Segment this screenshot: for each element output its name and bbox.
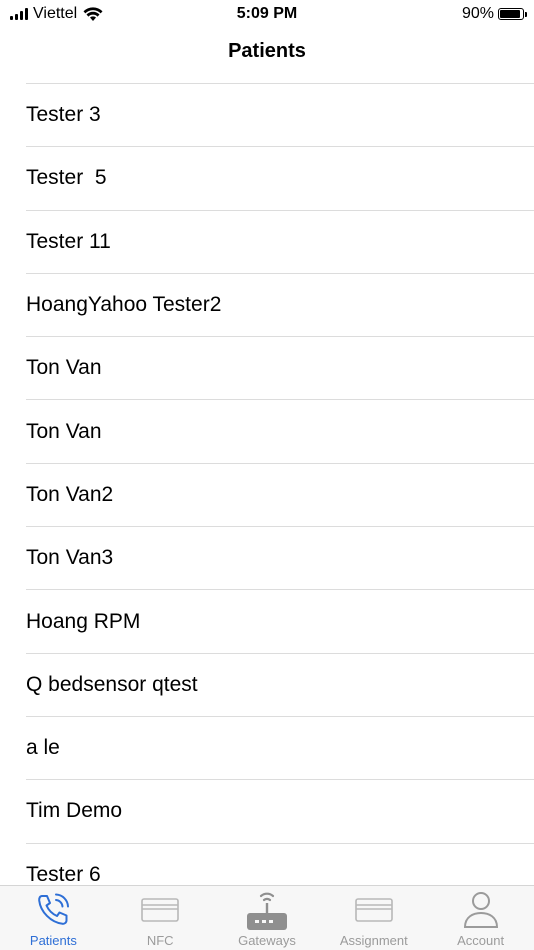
battery-percentage: 90% <box>461 5 494 22</box>
patient-row[interactable]: a le <box>26 717 534 781</box>
patient-row[interactable]: Ton Van3 <box>26 527 534 591</box>
tab-gateways[interactable]: Gateways <box>214 886 321 950</box>
tab-patients[interactable]: Patients <box>0 886 107 950</box>
patient-row[interactable]: Q bedsensor qtest <box>26 654 534 717</box>
patient-row[interactable]: Tester 6 <box>26 844 534 886</box>
patient-row[interactable]: Ton Van <box>26 337 534 401</box>
status-time: 5:09 PM <box>236 5 298 22</box>
patient-row[interactable]: Ton Van2 <box>26 464 534 528</box>
patient-row[interactable]: Tim Demo <box>26 780 534 844</box>
phone-icon <box>30 889 76 931</box>
patient-row[interactable]: Tester 11 <box>26 211 534 274</box>
router-icon <box>244 889 290 931</box>
tab-nfc[interactable]: NFC <box>107 886 214 950</box>
battery-icon <box>498 8 527 20</box>
tab-bar: Patients NFC Gateways Assignment Account <box>0 885 534 950</box>
page-title: Patients <box>228 40 306 62</box>
card-icon <box>137 889 183 931</box>
tab-label: Gateways <box>238 933 296 948</box>
patient-row[interactable]: Ton Van <box>26 400 534 464</box>
patient-row[interactable]: Tester 5 <box>26 147 534 211</box>
tab-label: Account <box>457 933 505 948</box>
patient-list[interactable]: Tester 3 Tester 5 Tester 11 HoangYahoo T… <box>0 84 534 886</box>
battery-fill <box>500 10 520 18</box>
status-right: 90% <box>461 5 527 23</box>
patient-row[interactable]: Tester 3 <box>26 84 534 148</box>
patient-row[interactable]: Hoang RPM <box>26 590 534 654</box>
tab-account[interactable]: Account <box>427 886 534 950</box>
card-icon <box>351 889 397 931</box>
tab-label: NFC <box>146 933 174 948</box>
tab-label: Patients <box>29 933 77 948</box>
status-bar: Viettel 5:09 PM 90% <box>0 0 534 28</box>
tab-label: Assignment <box>339 933 408 948</box>
person-icon <box>458 889 504 931</box>
tab-assignment[interactable]: Assignment <box>320 886 427 950</box>
patient-row[interactable]: HoangYahoo Tester2 <box>26 274 534 338</box>
